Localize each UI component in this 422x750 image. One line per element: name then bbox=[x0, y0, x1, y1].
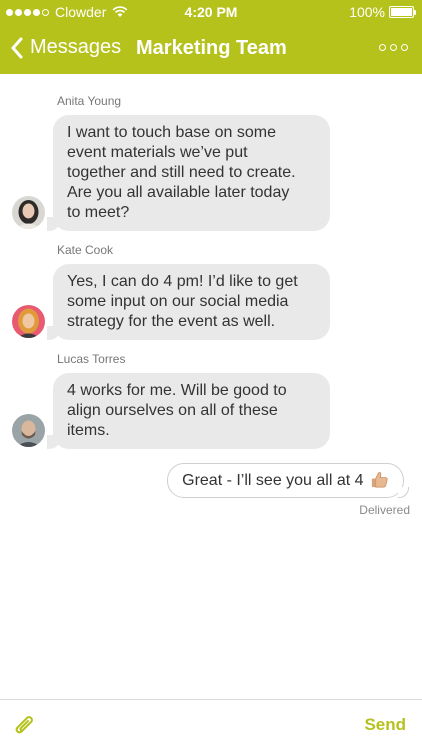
avatar-anita-young bbox=[12, 196, 45, 229]
battery-icon bbox=[389, 6, 416, 18]
back-label: Messages bbox=[30, 36, 122, 58]
message-text: Great - I’ll see you all at 4 bbox=[182, 472, 364, 489]
message-thread[interactable]: Anita Young I want to touch base on some… bbox=[0, 74, 422, 699]
navigation-bar: Messages Marketing Team bbox=[0, 28, 422, 72]
incoming-message-bubble[interactable]: Yes, I can do 4 pm! I’d like to get some… bbox=[47, 264, 330, 340]
sender-name: Kate Cook bbox=[57, 243, 114, 257]
more-dot bbox=[390, 44, 397, 51]
status-bar: Clowder 4:20 PM 100% bbox=[0, 0, 422, 24]
avatar-kate-cook bbox=[12, 305, 45, 338]
conversation-title: Marketing Team bbox=[136, 37, 287, 59]
more-options-button[interactable] bbox=[379, 44, 408, 51]
battery-level bbox=[391, 8, 412, 16]
sender-name: Anita Young bbox=[57, 94, 122, 108]
avatar-lucas-torres bbox=[12, 414, 45, 447]
incoming-message-bubble[interactable]: 4 works for me. Will be good to align ou… bbox=[47, 373, 330, 449]
chevron-left-icon bbox=[11, 37, 23, 58]
message-composer: Send bbox=[0, 699, 422, 750]
send-button[interactable]: Send bbox=[364, 715, 406, 735]
delivery-status: Delivered bbox=[359, 503, 410, 517]
message-text: I want to touch base on some event mater… bbox=[67, 124, 296, 221]
more-dot bbox=[379, 44, 386, 51]
back-button[interactable]: Messages bbox=[10, 36, 121, 59]
message-text: 4 works for me. Will be good to align ou… bbox=[67, 382, 287, 439]
avatar[interactable] bbox=[12, 305, 45, 338]
incoming-message-bubble[interactable]: I want to touch base on some event mater… bbox=[47, 115, 330, 231]
avatar[interactable] bbox=[12, 196, 45, 229]
paperclip-icon bbox=[15, 716, 33, 734]
avatar[interactable] bbox=[12, 414, 45, 447]
sender-name: Lucas Torres bbox=[57, 352, 126, 366]
message-input[interactable] bbox=[48, 710, 348, 740]
outgoing-message-bubble[interactable]: Great - I’ll see you all at 4 bbox=[167, 463, 409, 498]
attach-button[interactable] bbox=[12, 713, 38, 744]
thumbs-up-icon bbox=[371, 472, 388, 488]
more-dot bbox=[401, 44, 408, 51]
header-bar: Clowder 4:20 PM 100% Messages Marketing … bbox=[0, 0, 422, 74]
message-text: Yes, I can do 4 pm! I’d like to get some… bbox=[67, 273, 298, 330]
battery-percent: 100% bbox=[349, 4, 385, 20]
status-right: 100% bbox=[349, 4, 416, 20]
